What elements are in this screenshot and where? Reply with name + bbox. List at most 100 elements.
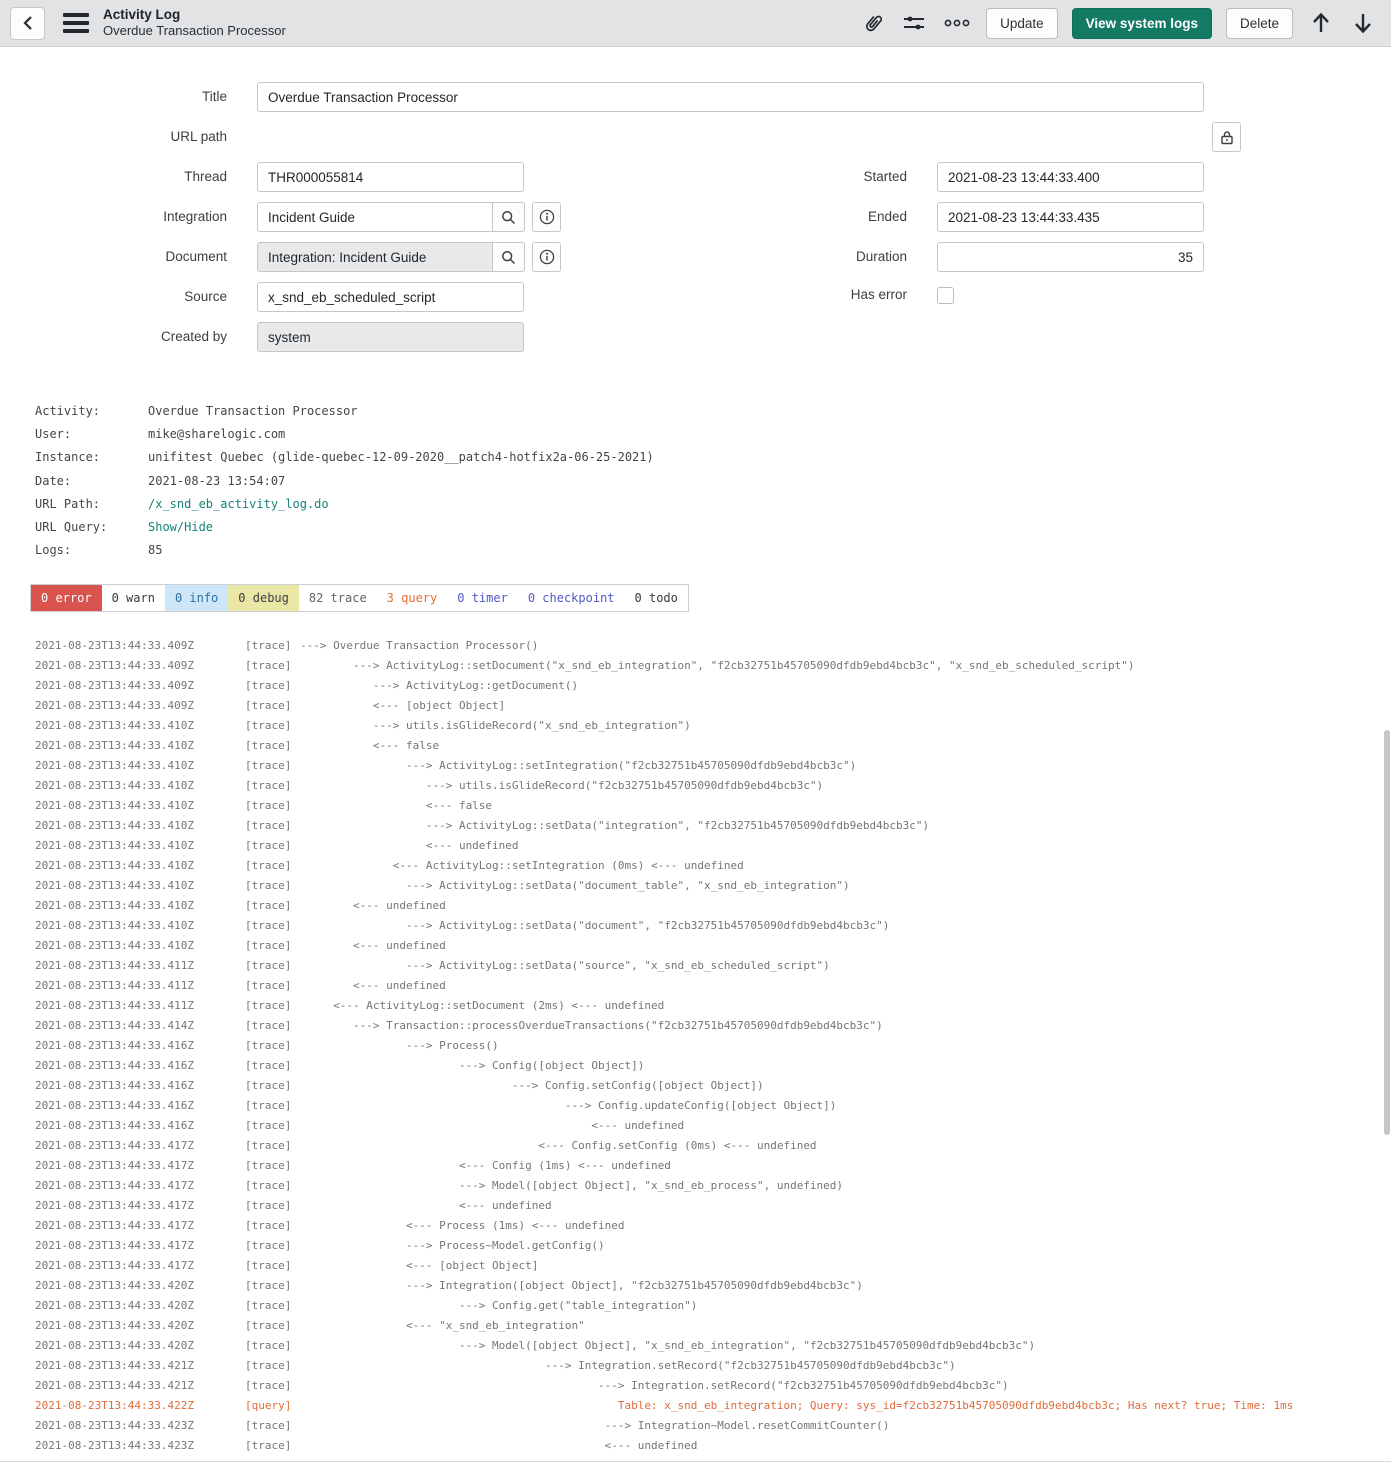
info-icon [539, 209, 555, 225]
summary-label: URL Path: [35, 493, 148, 516]
log-level-tag: [trace] [245, 816, 300, 836]
has-error-checkbox[interactable] [937, 287, 954, 304]
log-message: <--- false [300, 796, 492, 816]
log-level-tag: [trace] [245, 1316, 300, 1336]
integration-lookup-button[interactable] [492, 202, 525, 232]
thread-input[interactable] [257, 162, 524, 192]
log-level-badge[interactable]: 0 checkpoint [518, 585, 625, 611]
previous-record-button[interactable] [1307, 11, 1335, 35]
log-line: 2021-08-23T13:44:33.411Z[trace] ---> Act… [0, 956, 1391, 976]
duration-input[interactable] [937, 242, 1204, 272]
started-input[interactable] [937, 162, 1204, 192]
more-options-button[interactable] [942, 16, 972, 30]
log-message: ---> ActivityLog::setIntegration("f2cb32… [300, 756, 856, 776]
log-level-tag: [trace] [245, 976, 300, 996]
menu-icon[interactable] [63, 13, 89, 33]
log-level-badge[interactable]: 0 warn [102, 585, 165, 611]
log-line: 2021-08-23T13:44:33.410Z[trace] <--- fal… [0, 796, 1391, 816]
summary-label: Logs: [35, 539, 148, 562]
log-message: ---> Integration.setRecord("f2cb32751b45… [300, 1376, 1009, 1396]
sliders-icon [902, 12, 926, 34]
log-timestamp: 2021-08-23T13:44:33.409Z [35, 636, 245, 656]
log-level-tag: [trace] [245, 1336, 300, 1356]
document-input[interactable] [257, 242, 493, 272]
log-line: 2021-08-23T13:44:33.410Z[trace] ---> Act… [0, 876, 1391, 896]
log-message: <--- undefined [300, 1436, 697, 1456]
title-input[interactable] [257, 82, 1204, 112]
log-message: <--- ActivityLog::setDocument (2ms) <---… [300, 996, 664, 1016]
log-level-tag: [trace] [245, 1036, 300, 1056]
created-by-input[interactable] [257, 322, 524, 352]
summary-value: mike@sharelogic.com [148, 427, 285, 441]
log-message: ---> utils.isGlideRecord("f2cb32751b4570… [300, 776, 823, 796]
log-level-badge[interactable]: 0 debug [228, 585, 299, 611]
log-level-tag: [trace] [245, 1436, 300, 1456]
log-level-badge[interactable]: 0 info [165, 585, 228, 611]
log-line: 2021-08-23T13:44:33.423Z[trace] ---> Int… [0, 1416, 1391, 1436]
duration-label: Duration [680, 242, 907, 272]
log-message: ---> Overdue Transaction Processor() [300, 636, 538, 656]
document-lookup-button[interactable] [492, 242, 525, 272]
log-level-tag: [trace] [245, 736, 300, 756]
log-level-tag: [trace] [245, 696, 300, 716]
summary-value[interactable]: /x_snd_eb_activity_log.do [148, 497, 329, 511]
log-line: 2021-08-23T13:44:33.409Z[trace] <--- [ob… [0, 696, 1391, 716]
log-level-badge[interactable]: 3 query [377, 585, 448, 611]
document-info-button[interactable] [532, 242, 561, 272]
log-line: 2021-08-23T13:44:33.422Z[query] Table: x… [0, 1396, 1391, 1416]
log-level-badge[interactable]: 0 todo [625, 585, 688, 611]
log-level-tag: [trace] [245, 1096, 300, 1116]
log-line: 2021-08-23T13:44:33.410Z[trace] ---> Act… [0, 756, 1391, 776]
summary-row: Activity:Overdue Transaction Processor [35, 400, 654, 423]
log-timestamp: 2021-08-23T13:44:33.417Z [35, 1196, 245, 1216]
arrow-up-icon [1311, 11, 1331, 35]
log-level-badge[interactable]: 0 error [31, 585, 102, 611]
log-timestamp: 2021-08-23T13:44:33.423Z [35, 1416, 245, 1436]
log-message: <--- Process (1ms) <--- undefined [300, 1216, 625, 1236]
log-timestamp: 2021-08-23T13:44:33.410Z [35, 916, 245, 936]
log-timestamp: 2021-08-23T13:44:33.420Z [35, 1276, 245, 1296]
summary-row: URL Path:/x_snd_eb_activity_log.do [35, 493, 654, 516]
log-line: 2021-08-23T13:44:33.410Z[trace] <--- Act… [0, 856, 1391, 876]
log-level-tag: [trace] [245, 1276, 300, 1296]
log-level-tag: [trace] [245, 876, 300, 896]
log-timestamp: 2021-08-23T13:44:33.417Z [35, 1176, 245, 1196]
log-level-tag: [trace] [245, 896, 300, 916]
vertical-scrollbar[interactable] [1384, 730, 1390, 1135]
summary-value: unifitest Quebec (glide-quebec-12-09-202… [148, 450, 654, 464]
log-line: 2021-08-23T13:44:33.423Z[trace] <--- und… [0, 1436, 1391, 1456]
log-line: 2021-08-23T13:44:33.409Z[trace] ---> Act… [0, 656, 1391, 676]
log-timestamp: 2021-08-23T13:44:33.417Z [35, 1136, 245, 1156]
delete-button[interactable]: Delete [1226, 8, 1293, 39]
attachment-button[interactable] [860, 9, 886, 37]
update-button[interactable]: Update [986, 8, 1058, 39]
log-message: <--- undefined [300, 1196, 552, 1216]
log-message: <--- Config (1ms) <--- undefined [300, 1156, 671, 1176]
source-input[interactable] [257, 282, 524, 312]
log-level-badge[interactable]: 0 timer [447, 585, 518, 611]
next-record-button[interactable] [1349, 11, 1377, 35]
log-line: 2021-08-23T13:44:33.410Z[trace] ---> uti… [0, 716, 1391, 736]
log-level-tag: [trace] [245, 1376, 300, 1396]
personalize-form-button[interactable] [900, 10, 928, 36]
log-level-filter-bar: 0 error0 warn0 info0 debug82 trace3 quer… [30, 584, 689, 612]
ended-input[interactable] [937, 202, 1204, 232]
log-level-tag: [trace] [245, 1056, 300, 1076]
log-timestamp: 2021-08-23T13:44:33.410Z [35, 776, 245, 796]
integration-input[interactable] [257, 202, 493, 232]
summary-row: Instance:unifitest Quebec (glide-quebec-… [35, 446, 654, 469]
view-system-logs-button[interactable]: View system logs [1072, 8, 1212, 39]
back-button[interactable] [10, 7, 45, 40]
url-path-lock-button[interactable] [1212, 122, 1241, 152]
log-level-badge[interactable]: 82 trace [299, 585, 377, 611]
log-message: ---> Process~Model.getConfig() [300, 1236, 605, 1256]
log-level-tag: [trace] [245, 1196, 300, 1216]
log-viewer: 2021-08-23T13:44:33.409Z [trace] ---> Over… [0, 636, 1391, 1456]
log-line: 2021-08-23T13:44:33.411Z[trace] <--- Act… [0, 996, 1391, 1016]
activity-summary: Activity:Overdue Transaction Processor U… [35, 400, 654, 562]
log-level-tag: [trace] [245, 956, 300, 976]
log-level-tag: [trace] [245, 1016, 300, 1036]
log-timestamp: 2021-08-23T13:44:33.410Z [35, 816, 245, 836]
integration-info-button[interactable] [532, 202, 561, 232]
summary-value[interactable]: Show/Hide [148, 520, 213, 534]
